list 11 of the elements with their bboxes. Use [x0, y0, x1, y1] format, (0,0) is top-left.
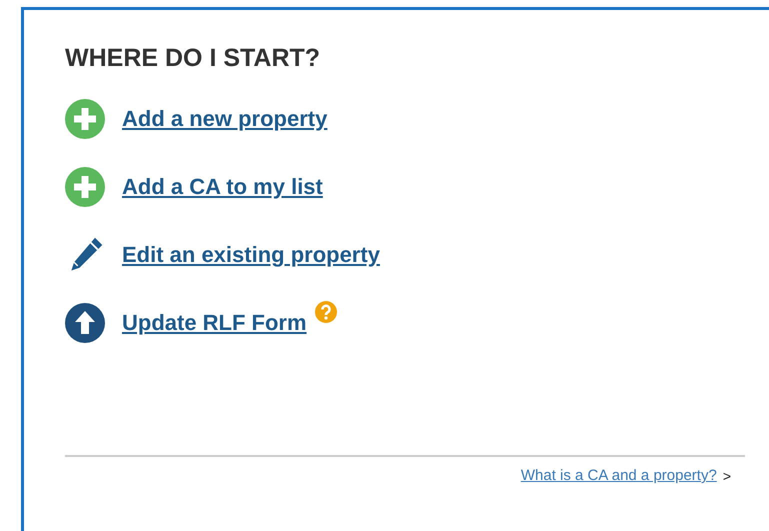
- action-link[interactable]: Edit an existing property: [122, 242, 380, 268]
- chevron-icon: >: [722, 468, 731, 484]
- up-arrow-circle-icon: [65, 303, 105, 343]
- panel-title: WHERE DO I START?: [65, 44, 322, 73]
- action-link[interactable]: Add a CA to my list: [122, 174, 323, 200]
- help-icon[interactable]: [314, 301, 337, 323]
- action-link[interactable]: Update RLF Form: [122, 310, 307, 336]
- plus-circle-icon: [65, 99, 105, 139]
- action-link[interactable]: Add a new property: [122, 106, 328, 132]
- help-link[interactable]: What is a CA and a property?: [520, 467, 717, 484]
- plus-circle-icon: [65, 167, 105, 207]
